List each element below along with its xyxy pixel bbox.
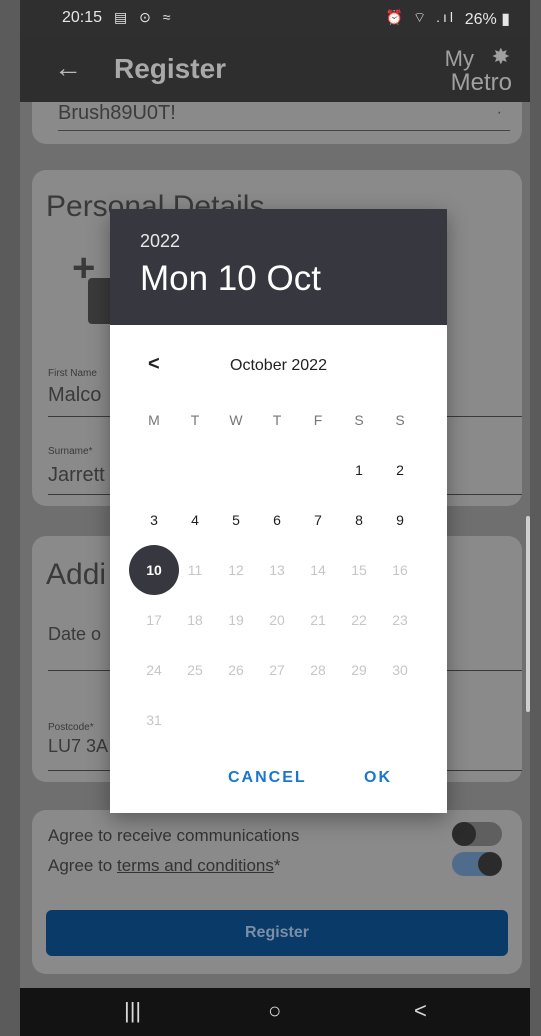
calendar-day: 18 [187, 612, 203, 628]
calendar-day[interactable]: 9 [380, 507, 420, 557]
calendar-day: 20 [269, 612, 285, 628]
surname-label: Surname* [48, 446, 93, 457]
visibility-icon[interactable]: · [497, 104, 502, 122]
calendar-day: 30 [392, 662, 408, 678]
date-picker-dialog: 2022 Mon 10 Oct October 2022 < MTWTFSS12… [110, 209, 447, 813]
calendar-day: 12 [228, 562, 244, 578]
additional-details-title: Addi [46, 558, 107, 591]
weekday-label: M [148, 412, 160, 428]
back-arrow-icon[interactable]: ← [54, 52, 82, 84]
calendar-day: 25 [187, 662, 203, 678]
calendar-day: 17 [146, 612, 162, 628]
battery-level: 26% ▮ [464, 11, 510, 28]
system-nav-bar: ||| ○ < [20, 988, 530, 1036]
password-underline [58, 130, 510, 131]
consents-card: Agree to receive communications Agree to… [32, 810, 522, 974]
terms-toggle[interactable] [452, 852, 502, 876]
calendar-day: 29 [351, 662, 367, 678]
calendar-day: 28 [310, 662, 326, 678]
date-of-birth-field[interactable]: Date o [48, 624, 101, 645]
calendar-day[interactable]: 4 [175, 507, 215, 557]
terms-label: Agree to terms and conditions* [48, 856, 281, 875]
cancel-button[interactable]: CANCEL [228, 769, 307, 787]
weekday-label: T [190, 412, 200, 428]
calendar-day-selected[interactable]: 10 [129, 545, 179, 607]
postcode-label: Postcode* [48, 722, 94, 733]
calendar-week-row: 12 [134, 457, 422, 507]
toggle-knob [478, 852, 502, 876]
notification-icons: ▤ ⊙ ≈ [114, 9, 175, 25]
calendar-grid: M T W T F S S 1 2 3 4 5 6 7 8 9 10 11 12 13 14 15 16 17 18 19 20 21… [129, 407, 422, 757]
month-navigation: October 2022 < [110, 353, 447, 383]
weekday-label: F [313, 412, 323, 428]
calendar-day: 23 [392, 612, 408, 628]
app-bar: ← Register My ✸ Metro [20, 38, 530, 102]
weekday-label: W [229, 412, 243, 428]
calendar-week-row: 31 [134, 707, 422, 757]
surname-field[interactable]: Jarrett [48, 464, 105, 487]
calendar-day: 31 [146, 712, 162, 728]
toggle-knob [452, 822, 476, 846]
calendar-day: 19 [228, 612, 244, 628]
calendar-day: 24 [146, 662, 162, 678]
calendar-day[interactable]: 2 [380, 457, 420, 507]
calendar-day: 26 [228, 662, 244, 678]
weekday-label: T [272, 412, 282, 428]
password-field[interactable]: Brush89U0T! [58, 102, 176, 125]
calendar-day[interactable]: 6 [257, 507, 297, 557]
month-label: October 2022 [230, 357, 327, 374]
status-time: 20:15 [62, 9, 103, 26]
previous-month-icon[interactable]: < [148, 353, 160, 376]
system-icons: ⏰ ⌔ .ıl [385, 9, 456, 25]
postcode-field[interactable]: LU7 3A [48, 736, 108, 757]
nav-back-icon[interactable]: < [414, 998, 427, 1024]
my-metro-logo: My ✸ Metro [442, 44, 514, 96]
calendar-day: 21 [310, 612, 326, 628]
weekday-label: S [395, 412, 405, 428]
scrollbar[interactable] [526, 516, 530, 712]
communications-toggle[interactable] [452, 822, 502, 846]
calendar-day[interactable]: 8 [339, 507, 379, 557]
calendar-day[interactable]: 1 [339, 457, 379, 507]
calendar-day: 15 [351, 562, 367, 578]
calendar-day: 27 [269, 662, 285, 678]
ok-button[interactable]: OK [364, 769, 392, 787]
calendar-day[interactable]: 5 [216, 507, 256, 557]
calendar-day: 11 [187, 562, 203, 578]
first-name-label: First Name [48, 368, 97, 379]
calendar-day: 22 [351, 612, 367, 628]
register-button[interactable]: Register [46, 910, 508, 956]
first-name-field[interactable]: Malco [48, 384, 101, 407]
calendar-week-row: 10 11 12 13 14 15 16 [129, 545, 422, 607]
recents-icon[interactable]: ||| [124, 998, 141, 1024]
logo-mark-icon: ✸ [491, 44, 510, 69]
logo-metro-text: Metro [450, 69, 512, 96]
communications-label: Agree to receive communications [48, 826, 300, 845]
date-picker-header: 2022 Mon 10 Oct [110, 209, 447, 325]
terms-link[interactable]: terms and conditions [117, 856, 274, 875]
calendar-day: 14 [310, 562, 326, 578]
weekday-label: S [354, 412, 364, 428]
year-selector[interactable]: 2022 [140, 231, 180, 252]
calendar-day[interactable]: 7 [298, 507, 338, 557]
calendar-week-row: 24 25 26 27 28 29 30 [134, 657, 422, 707]
calendar-day: 16 [392, 562, 408, 578]
password-card: Brush89U0T! · [32, 102, 522, 144]
dialog-actions: CANCEL OK [110, 765, 447, 795]
status-bar: 20:15 ▤ ⊙ ≈ ⏰ ⌔ .ıl 26% ▮ [20, 0, 530, 38]
calendar-week-row: 17 18 19 20 21 22 23 [134, 607, 422, 657]
calendar-day: 13 [269, 562, 285, 578]
page-title: Register [114, 53, 227, 84]
selected-date-display: Mon 10 Oct [140, 259, 321, 298]
logo-my-text: My [444, 46, 474, 71]
home-icon[interactable]: ○ [268, 998, 281, 1024]
calendar-week-row: 3456789 [134, 507, 422, 557]
weekday-header-row: MTWTFSS [134, 407, 422, 457]
